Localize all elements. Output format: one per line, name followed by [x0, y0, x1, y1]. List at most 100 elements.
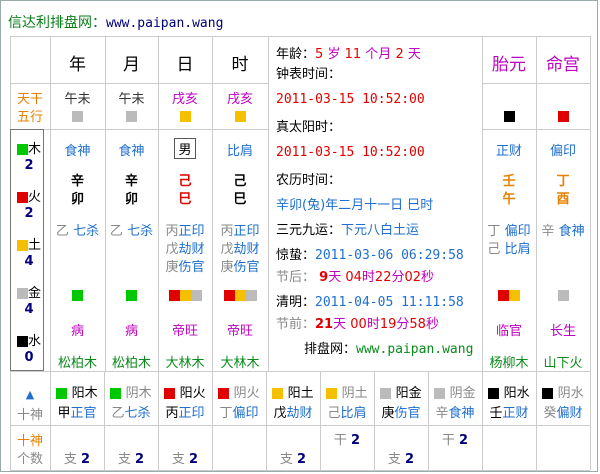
- bottom-gan: 甲: [57, 406, 71, 421]
- wood-label: 木: [27, 142, 41, 157]
- bottom-element: 阳金: [374, 382, 428, 401]
- zhi-day: 巳: [178, 192, 192, 207]
- ny-hour: 大林木: [220, 356, 260, 371]
- gan-year: 辛: [70, 174, 84, 189]
- gan-minggong: 丁: [556, 174, 570, 189]
- ny-minggong: 山下火: [543, 356, 583, 371]
- tg-day: 戌亥: [171, 92, 198, 107]
- bottom-ss: 偏印: [232, 406, 259, 421]
- fire-square: [168, 290, 180, 301]
- bottom-gan: 乙: [111, 406, 125, 421]
- count-num: 2: [351, 433, 361, 448]
- count-kind: 支: [117, 452, 131, 467]
- bottom-ss: 食神: [448, 406, 475, 421]
- cg-gan: 庚: [165, 260, 179, 275]
- fire-square: [498, 290, 509, 301]
- metal-square: [245, 290, 257, 301]
- earth-square: [179, 290, 191, 301]
- zhi-year: 卯: [70, 192, 84, 207]
- element-square: [56, 388, 68, 399]
- earth-square: [179, 111, 191, 122]
- bottom-gan: 丙: [165, 406, 179, 421]
- element-square: [326, 388, 338, 399]
- bottom-ss: 正财: [502, 406, 529, 421]
- cg-shishen: 比肩: [504, 242, 531, 257]
- bottom-gan: 戊: [273, 406, 287, 421]
- bottom-shishen: 丁偏印: [212, 402, 266, 421]
- element-name: 阳土: [287, 386, 314, 401]
- info-panel: 年龄：5 岁 11 个月 2 天 钟表时间： 2011-03-15 10:52:…: [276, 47, 474, 357]
- bottom-element: 阴木: [104, 382, 158, 401]
- col-minggong: 命宫: [546, 55, 580, 75]
- bottom-gan: 己: [327, 406, 341, 421]
- bottom-count: 支 2: [374, 448, 428, 467]
- metal-square: [16, 288, 28, 299]
- bottom-shishen: 庚伤官: [374, 402, 428, 421]
- cg-shishen: 伤官: [178, 260, 205, 275]
- ny-day: 大林木: [165, 356, 205, 371]
- site-url[interactable]: www.paipan.wang: [106, 16, 223, 31]
- cg-shishen: 食神: [558, 224, 585, 239]
- cs-taiyuan: 临官: [495, 324, 522, 339]
- element-name: 阳火: [179, 386, 206, 401]
- count-num: 2: [459, 433, 469, 448]
- cg-gan: 丁: [487, 224, 501, 239]
- fire-label: 火: [27, 190, 41, 205]
- element-square: [542, 388, 554, 399]
- earth-count: 4: [24, 254, 34, 269]
- gender-box: 男: [174, 138, 196, 159]
- tg-month: 午未: [118, 92, 145, 107]
- bottom-shishen: 丙正印: [158, 402, 212, 421]
- bottom-count: 干 2: [320, 429, 374, 448]
- gan-taiyuan: 壬: [502, 174, 516, 189]
- cg-gan: 戊: [220, 242, 234, 257]
- cg-gan: 己: [487, 242, 501, 257]
- wood-square: [72, 290, 83, 301]
- count-num: 2: [405, 452, 415, 467]
- bottom-element: 阴火: [212, 382, 266, 401]
- col-day: 日: [176, 55, 194, 75]
- bottom-shishen: 癸偏财: [536, 402, 590, 421]
- bottom-gan: 丁: [219, 406, 233, 421]
- bottom-element: 阳水: [482, 382, 536, 401]
- ss-minggong: 偏印: [549, 144, 576, 159]
- cs-year: 病: [70, 324, 84, 339]
- cg-gan: 乙: [109, 224, 123, 239]
- cg-gan: 乙: [55, 224, 69, 239]
- tg-year: 午未: [64, 92, 91, 107]
- bottom-shishen: 乙七杀: [104, 402, 158, 421]
- cs-minggong: 长生: [549, 324, 576, 339]
- label-count-1: 十神: [16, 434, 43, 449]
- earth-square: [234, 290, 246, 301]
- header: 信达利排盘网：www.paipan.wang: [8, 10, 223, 36]
- element-square: [434, 388, 446, 399]
- label-wuxing: 五行: [16, 110, 43, 125]
- bottom-count: 支 2: [158, 448, 212, 467]
- count-kind: 干: [333, 433, 347, 448]
- bottom-gan: 癸: [543, 406, 557, 421]
- col-year: 年: [69, 55, 86, 75]
- bottom-count: 干 2: [428, 429, 482, 448]
- bottom-ss: 正官: [70, 406, 97, 421]
- cg-shishen: 劫财: [178, 242, 205, 257]
- element-square: [272, 388, 284, 399]
- cg-shishen: 七杀: [73, 224, 100, 239]
- bottom-gan: 壬: [489, 406, 503, 421]
- zhi-taiyuan: 午: [502, 192, 516, 207]
- bottom-ss: 伤官: [394, 406, 421, 421]
- metal-square: [557, 290, 569, 301]
- gan-hour: 己: [233, 174, 247, 189]
- cg-shishen: 伤官: [233, 260, 260, 275]
- cg-shishen: 偏印: [504, 224, 531, 239]
- metal-count: 4: [24, 302, 34, 317]
- cg-gan: 丙: [220, 224, 234, 239]
- wood-square: [16, 144, 28, 155]
- fire-count: 2: [24, 206, 34, 221]
- bottom-ss: 劫财: [286, 406, 313, 421]
- cg-gan: 辛: [541, 224, 555, 239]
- count-kind: 支: [171, 452, 185, 467]
- bottom-count: 支 2: [266, 448, 320, 467]
- label-tiangan: 天干: [16, 92, 43, 107]
- metal-label: 金: [27, 286, 41, 301]
- bottom-ss: 比肩: [340, 406, 367, 421]
